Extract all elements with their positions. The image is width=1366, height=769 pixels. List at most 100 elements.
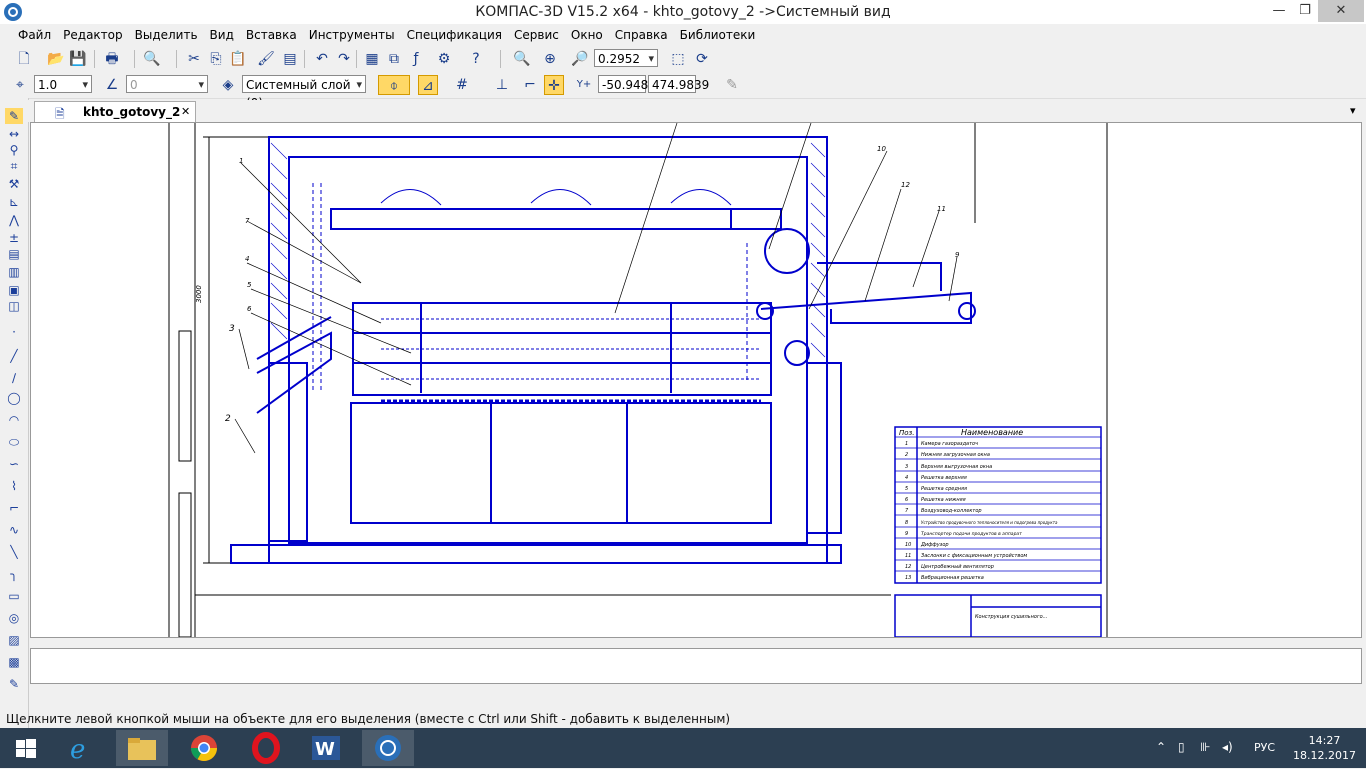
format-brush-icon[interactable]: 🖌 — [256, 49, 276, 69]
rectangle-icon[interactable]: ⌐ — [5, 500, 23, 516]
grid-icon[interactable]: # — [452, 75, 472, 95]
insert-icon[interactable]: ▥ — [5, 264, 23, 280]
collect-icon[interactable]: ✎ — [5, 676, 23, 692]
arc-icon[interactable]: ◠ — [5, 412, 23, 428]
zoom-scale-field[interactable]: 0.2952 — [594, 49, 658, 68]
fill-icon[interactable]: ▩ — [5, 654, 23, 670]
help-pointer-icon[interactable]: ? — [466, 49, 486, 69]
file-explorer-icon[interactable] — [116, 730, 168, 766]
volume-icon[interactable]: ◂) — [1222, 740, 1233, 754]
fillet-icon[interactable]: ╮ — [5, 566, 23, 582]
fx-icon[interactable]: ƒ — [406, 49, 426, 69]
kompas-taskbar-icon[interactable] — [362, 730, 414, 766]
start-button[interactable] — [0, 730, 52, 766]
menu-editor[interactable]: Редактор — [57, 24, 128, 46]
local-cs-icon[interactable]: ⊥ — [492, 75, 512, 95]
geometry-icon[interactable]: ✎ — [5, 108, 23, 124]
zoom-window-icon[interactable]: 🔍 — [512, 49, 532, 69]
internet-explorer-icon[interactable]: e — [56, 730, 108, 766]
chrome-icon[interactable] — [178, 730, 230, 766]
ellipse-icon[interactable]: ⬭ — [5, 434, 23, 450]
manager-icon[interactable]: ▦ — [362, 49, 382, 69]
pan-icon[interactable]: ⬚ — [668, 49, 688, 69]
dimensions-icon[interactable]: ↔ — [5, 126, 23, 142]
paste-icon[interactable]: 📋 — [228, 49, 248, 69]
variables-icon[interactable]: ⧉ — [384, 49, 404, 69]
layer-icon[interactable]: ◈ — [218, 75, 238, 95]
curve-icon[interactable]: ∿ — [5, 522, 23, 538]
ortho-icon[interactable]: ⊿ — [418, 75, 438, 95]
tab-close-icon[interactable]: ✕ — [181, 105, 190, 118]
symbols-icon[interactable]: ⚲ — [5, 142, 23, 158]
menu-window[interactable]: Окно — [565, 24, 609, 46]
svg-text:Верхняя выгрузочная окна: Верхняя выгрузочная окна — [921, 464, 992, 470]
parametrization-icon[interactable]: ⚒ — [5, 176, 23, 192]
refresh-icon[interactable]: ⟳ — [692, 49, 712, 69]
drawing-viewport[interactable]: 3000 1 2 3 4 5 6 7 9 10 11 12 Поз. Наиме… — [30, 122, 1362, 638]
menu-view[interactable]: Вид — [204, 24, 240, 46]
property-panel[interactable] — [30, 648, 1362, 684]
menu-libraries[interactable]: Библиотеки — [674, 24, 762, 46]
measure-icon[interactable]: ⊾ — [5, 194, 23, 210]
menu-select[interactable]: Выделить — [129, 24, 204, 46]
print-icon[interactable]: 🖶 — [102, 49, 122, 69]
menu-service[interactable]: Сервис — [508, 24, 565, 46]
network-icon[interactable]: ⊪ — [1200, 740, 1210, 754]
zoom-all-icon[interactable]: ⊕ — [540, 49, 560, 69]
battery-icon[interactable]: ▯ — [1178, 740, 1185, 754]
polyline-icon[interactable]: ⌇ — [5, 478, 23, 494]
angle-icon[interactable]: ∠ — [102, 75, 122, 95]
close-button[interactable]: ✕ — [1318, 0, 1364, 22]
menu-file[interactable]: Файл — [12, 24, 57, 46]
step-cursor-icon[interactable]: ⌖ — [10, 75, 30, 95]
word-icon[interactable]: W — [300, 730, 352, 766]
segment-icon[interactable]: ∕ — [5, 370, 23, 386]
opera-icon[interactable] — [240, 730, 292, 766]
ortho-mode-icon[interactable]: ⌐ — [520, 75, 540, 95]
copy-icon[interactable]: ⎘ — [206, 49, 226, 69]
tray-arrow-icon[interactable]: ⌃ — [1156, 740, 1166, 754]
language-indicator[interactable]: РУС — [1254, 741, 1275, 754]
system-clock[interactable]: 14:27 18.12.2017 — [1293, 733, 1356, 763]
chamfer-icon[interactable]: ╲ — [5, 544, 23, 560]
fragment-icon[interactable]: ▣ — [5, 282, 23, 298]
spline-icon[interactable]: ∽ — [5, 456, 23, 472]
preview-icon[interactable]: 🔍 — [142, 49, 162, 69]
magnet-snap-icon[interactable]: ⌽ — [378, 75, 410, 95]
new-document-icon[interactable]: 🗋 — [14, 49, 34, 69]
coord-y-field[interactable]: 474.9839 — [648, 75, 709, 93]
angle-step-field[interactable]: 0 — [126, 75, 208, 94]
aux-line-icon[interactable]: ╱ — [5, 348, 23, 364]
circle-icon[interactable]: ◯ — [5, 390, 23, 406]
view-icon[interactable]: ◫ — [5, 298, 23, 314]
library-icon[interactable]: ⚙ — [434, 49, 454, 69]
current-state-toolbar: ⌖ 1.0 ∠ 0 ◈ Системный слой (0) ⌽ ⊿ # ⊥ ⌐… — [0, 72, 1366, 110]
restore-button[interactable]: ❐ — [1288, 0, 1322, 22]
menu-help[interactable]: Справка — [609, 24, 674, 46]
rect-tool-icon[interactable]: ▭ — [5, 588, 23, 604]
apply-icon[interactable]: ✎ — [722, 75, 742, 95]
hatch-icon[interactable]: ▨ — [5, 632, 23, 648]
menu-specification[interactable]: Спецификация — [401, 24, 508, 46]
spec-icon[interactable]: ± — [5, 230, 23, 246]
line-step-field[interactable]: 1.0 — [34, 75, 92, 94]
cut-icon[interactable]: ✂ — [184, 49, 204, 69]
zoom-scale-icon[interactable]: 🔎 — [570, 49, 590, 69]
menu-insert[interactable]: Вставка — [240, 24, 303, 46]
layer-select[interactable]: Системный слой (0) — [242, 75, 366, 110]
redo-icon[interactable]: ↷ — [334, 49, 354, 69]
undo-icon[interactable]: ↶ — [312, 49, 332, 69]
tab-khto-gotovy-2[interactable]: 🗎 khto_gotovy_2 ✕ — [34, 101, 196, 123]
select-icon[interactable]: ⋀ — [5, 212, 23, 228]
open-icon[interactable]: 📂 — [46, 49, 66, 69]
tab-list-icon[interactable]: ▾ — [1350, 104, 1356, 117]
save-icon[interactable]: 💾 — [68, 49, 88, 69]
reports-icon[interactable]: ▤ — [5, 246, 23, 262]
properties-icon[interactable]: ▤ — [280, 49, 300, 69]
contour-icon[interactable]: ◎ — [5, 610, 23, 626]
snap-cursor-icon[interactable]: ✛ — [544, 75, 564, 95]
edit-icon[interactable]: ⌗ — [5, 158, 23, 174]
point-icon[interactable]: · — [5, 324, 23, 340]
coord-x-field[interactable]: -50.9482 — [598, 75, 656, 93]
menu-tools[interactable]: Инструменты — [303, 24, 401, 46]
